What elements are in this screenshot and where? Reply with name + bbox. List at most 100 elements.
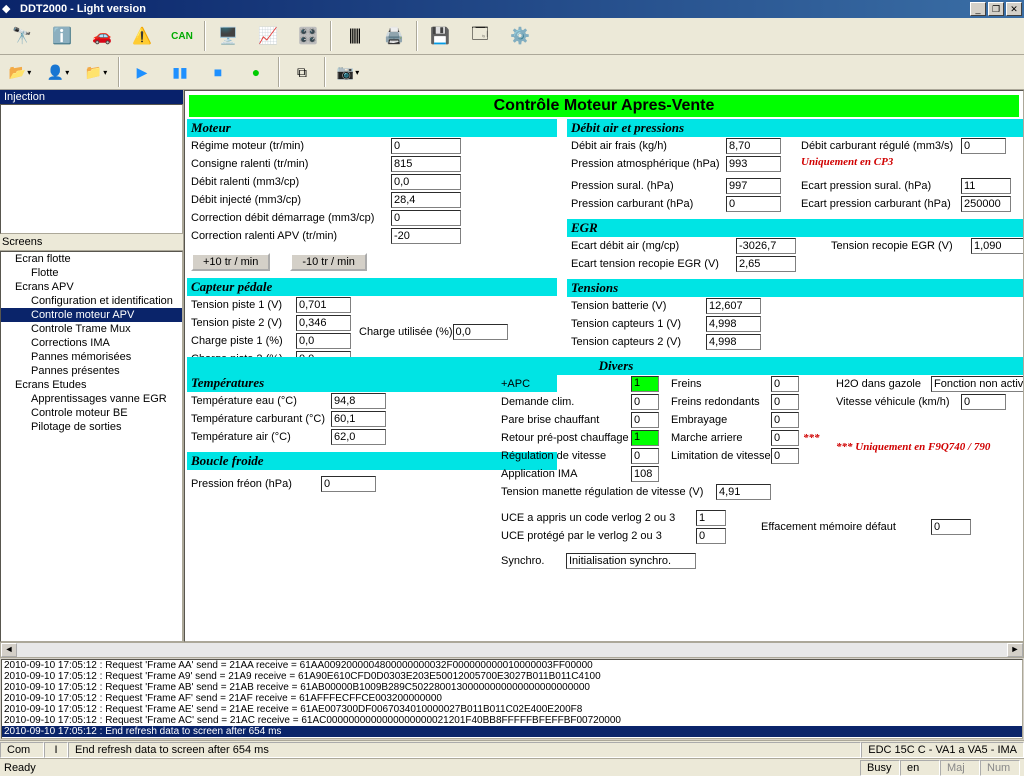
charge-utilisee-value[interactable] — [453, 324, 508, 340]
warning-icon[interactable]: ⚠️ — [124, 20, 160, 52]
tree-item[interactable]: Controle moteur BE — [1, 406, 182, 420]
binoculars-icon[interactable]: 🔭 — [4, 20, 40, 52]
ecart-tension-recopie-value[interactable] — [736, 256, 796, 272]
board-icon[interactable]: 🎛️ — [290, 20, 326, 52]
can-icon[interactable]: CAN — [164, 20, 200, 52]
tree-item[interactable]: Pilotage de sorties — [1, 420, 182, 434]
window-icon[interactable]: 🗔 — [462, 20, 498, 52]
horizontal-scrollbar[interactable]: ◄ ► — [0, 642, 1024, 658]
log-line[interactable]: 2010-09-10 17:05:12 : Request 'Frame A9'… — [2, 671, 1022, 682]
printer-icon[interactable]: 🖨️ — [376, 20, 412, 52]
log-line[interactable]: 2010-09-10 17:05:12 : Request 'Frame AE'… — [2, 704, 1022, 715]
tension-batterie-value[interactable] — [706, 298, 761, 314]
tree-item[interactable]: Pannes présentes — [1, 364, 182, 378]
embrayage-value[interactable] — [771, 412, 799, 428]
ecart-debit-air-value[interactable] — [736, 238, 796, 254]
demande-clim-value[interactable] — [631, 394, 659, 410]
toolbar-divider — [324, 57, 326, 87]
temp-air-value[interactable] — [331, 429, 386, 445]
tree-group[interactable]: Ecran flotte — [1, 252, 182, 266]
effacement-memoire-value[interactable] — [931, 519, 971, 535]
pression-carburant-value[interactable] — [726, 196, 781, 212]
limitation-vitesse-value[interactable] — [771, 448, 799, 464]
marche-arriere-value[interactable] — [771, 430, 799, 446]
barcode-icon[interactable]: ||||| — [336, 20, 372, 52]
log-line[interactable]: 2010-09-10 17:05:12 : Request 'Frame AA'… — [2, 660, 1022, 671]
info-icon[interactable]: ℹ️ — [44, 20, 80, 52]
tree-group[interactable]: Ecrans Etudes — [1, 378, 182, 392]
tension-recopie-egr-value[interactable] — [971, 238, 1024, 254]
temp-carburant-value[interactable] — [331, 411, 386, 427]
freins-value[interactable] — [771, 376, 799, 392]
ecart-pression-carb-value[interactable] — [961, 196, 1011, 212]
play-button[interactable]: ▶ — [126, 61, 158, 83]
application-ima-value[interactable] — [631, 466, 659, 482]
tension-capteurs1-value[interactable] — [706, 316, 761, 332]
ecu-tree[interactable] — [0, 104, 183, 234]
corr-ralenti-value[interactable] — [391, 228, 461, 244]
gear-icon[interactable]: ⚙️ — [502, 20, 538, 52]
debit-air-frais-value[interactable] — [726, 138, 781, 154]
monitor-icon[interactable]: 🖥️ — [210, 20, 246, 52]
regime-moteur-value[interactable] — [391, 138, 461, 154]
chart-icon[interactable]: 📈 — [250, 20, 286, 52]
copy-icon[interactable]: ⧉ — [286, 61, 318, 83]
log-line[interactable]: 2010-09-10 17:05:12 : Request 'Frame AB'… — [2, 682, 1022, 693]
ecart-pression-sural-value[interactable] — [961, 178, 1011, 194]
tree-item[interactable]: Configuration et identification — [1, 294, 182, 308]
regulation-vitesse-value[interactable] — [631, 448, 659, 464]
folder-icon[interactable]: 📁▾ — [80, 61, 112, 83]
freins-redondants-value[interactable] — [771, 394, 799, 410]
tree-item[interactable]: Apprentissages vanne EGR — [1, 392, 182, 406]
screens-tree[interactable]: Ecran flotteFlotteEcrans APVConfiguratio… — [0, 251, 183, 642]
record-button[interactable]: ● — [240, 61, 272, 83]
debit-carburant-reg-value[interactable] — [961, 138, 1006, 154]
pause-button[interactable]: ▮▮ — [164, 61, 196, 83]
tension-piste1-value[interactable] — [296, 297, 351, 313]
pression-atmo-value[interactable] — [726, 156, 781, 172]
chip-icon[interactable]: 💾 — [422, 20, 458, 52]
h2o-gazole-value[interactable] — [931, 376, 1024, 392]
restore-button[interactable]: ❐ — [988, 2, 1004, 16]
minus-10-button[interactable]: -10 tr / min — [290, 253, 367, 271]
tree-item[interactable]: Controle moteur APV — [1, 308, 182, 322]
info-bar: Com I End refresh data to screen after 6… — [0, 740, 1024, 758]
log-panel[interactable]: 2010-09-10 17:05:12 : Request 'Frame AA'… — [1, 659, 1023, 739]
corr-demarrage-value[interactable] — [391, 210, 461, 226]
tree-item[interactable]: Pannes mémorisées — [1, 350, 182, 364]
vitesse-vehicule-value[interactable] — [961, 394, 1006, 410]
temp-eau-value[interactable] — [331, 393, 386, 409]
scroll-track[interactable] — [17, 643, 1007, 657]
tension-capteurs2-value[interactable] — [706, 334, 761, 350]
debit-injecte-value[interactable] — [391, 192, 461, 208]
uce-appris-value[interactable] — [696, 510, 726, 526]
close-button[interactable]: ✕ — [1006, 2, 1022, 16]
pression-freon-value[interactable] — [321, 476, 376, 492]
tree-item[interactable]: Flotte — [1, 266, 182, 280]
debit-ralenti-value[interactable] — [391, 174, 461, 190]
tree-group[interactable]: Ecrans APV — [1, 280, 182, 294]
scroll-right-icon[interactable]: ► — [1007, 643, 1023, 657]
uce-protege-value[interactable] — [696, 528, 726, 544]
plus-10-button[interactable]: +10 tr / min — [191, 253, 270, 271]
log-line[interactable]: 2010-09-10 17:05:12 : End refresh data t… — [2, 726, 1022, 737]
synchro-value[interactable] — [566, 553, 696, 569]
charge-piste1-value[interactable] — [296, 333, 351, 349]
tension-manette-value[interactable] — [716, 484, 771, 500]
car-icon[interactable]: 🚗 — [84, 20, 120, 52]
camera-icon[interactable]: 📷▾ — [332, 61, 364, 83]
log-line[interactable]: 2010-09-10 17:05:12 : Request 'Frame AC'… — [2, 715, 1022, 726]
minimize-button[interactable]: _ — [970, 2, 986, 16]
consigne-ralenti-value[interactable] — [391, 156, 461, 172]
user-icon[interactable]: 👤▾ — [42, 61, 74, 83]
tree-item[interactable]: Corrections IMA — [1, 336, 182, 350]
pression-sural-value[interactable] — [726, 178, 781, 194]
tree-item[interactable]: Controle Trame Mux — [1, 322, 182, 336]
stop-button[interactable]: ■ — [202, 61, 234, 83]
tree-root-selection[interactable]: Injection — [0, 90, 183, 104]
tension-piste2-value[interactable] — [296, 315, 351, 331]
folder-open-icon[interactable]: 📂▾ — [4, 61, 36, 83]
scroll-left-icon[interactable]: ◄ — [1, 643, 17, 657]
parebrise-value[interactable] — [631, 412, 659, 428]
log-line[interactable]: 2010-09-10 17:05:12 : Request 'Frame AF'… — [2, 693, 1022, 704]
